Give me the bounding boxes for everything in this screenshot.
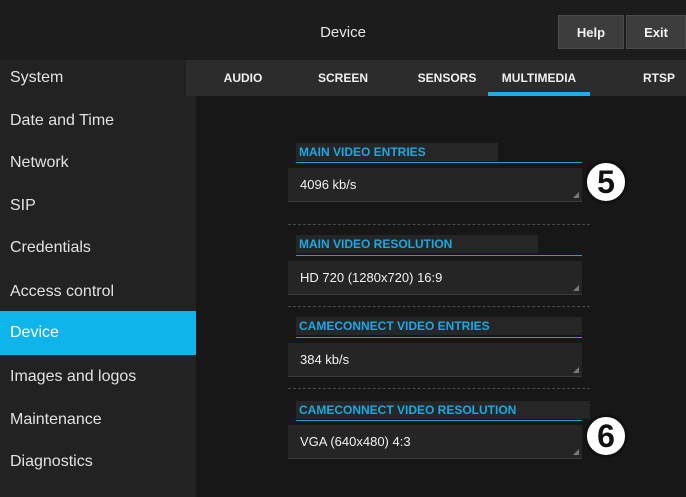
sidebar-item-maintenance[interactable]: Maintenance — [0, 399, 196, 441]
cameconnect-video-resolution-field[interactable]: VGA (640x480) 4:3 — [288, 425, 582, 459]
sidebar-item-label: SIP — [10, 197, 36, 214]
sidebar-item-credentials[interactable]: Credentials — [0, 227, 196, 269]
callout-6-badge: 6 — [584, 414, 628, 458]
section-divider — [288, 224, 590, 225]
sidebar-item-access-control[interactable]: Access control — [0, 271, 196, 313]
resize-grip-icon — [573, 285, 579, 291]
top-bar: Device Help Exit — [0, 0, 686, 60]
tab-rtsp[interactable]: RTSP — [636, 60, 682, 96]
sidebar-item-label: Date and Time — [10, 112, 115, 129]
sidebar-item-diagnostics[interactable]: Diagnostics — [0, 441, 196, 483]
cameconnect-video-resolution-label: CAMECONNECT VIDEO RESOLUTION — [296, 401, 590, 419]
exit-button[interactable]: Exit — [626, 15, 686, 49]
tab-multimedia[interactable]: MULTIMEDIA — [486, 60, 592, 96]
section-underline — [296, 420, 582, 421]
field-value: 4096 kb/s — [300, 177, 357, 192]
section-underline — [296, 255, 582, 256]
cameconnect-video-entries-field[interactable]: 384 kb/s — [288, 343, 582, 377]
sidebar-item-device[interactable]: Device — [0, 311, 196, 355]
main-video-entries-field[interactable]: 4096 kb/s — [288, 168, 582, 202]
sidebar-item-label: Network — [10, 154, 69, 171]
resize-grip-icon — [573, 367, 579, 373]
sidebar-item-label: Access control — [10, 283, 115, 300]
sidebar-item-network[interactable]: Network — [0, 142, 196, 184]
cameconnect-video-entries-label: CAMECONNECT VIDEO ENTRIES — [296, 317, 582, 335]
section-divider — [288, 388, 590, 389]
sidebar-item-date-and-time[interactable]: Date and Time — [0, 100, 196, 142]
tab-audio[interactable]: AUDIO — [216, 60, 270, 96]
help-button[interactable]: Help — [558, 15, 624, 49]
main-video-resolution-field[interactable]: HD 720 (1280x720) 16:9 — [288, 261, 582, 295]
field-value: VGA (640x480) 4:3 — [300, 434, 411, 449]
sidebar-item-label: Credentials — [10, 239, 91, 256]
sidebar-item-label: Maintenance — [10, 411, 102, 428]
sidebar-item-label: Device — [10, 324, 59, 341]
field-value: HD 720 (1280x720) 16:9 — [300, 270, 443, 285]
section-underline — [296, 162, 582, 163]
sidebar-item-label: System — [10, 69, 64, 86]
sidebar-item-images-and-logos[interactable]: Images and logos — [0, 356, 196, 398]
tab-sensors[interactable]: SENSORS — [410, 60, 484, 96]
sidebar-item-system[interactable]: System — [0, 57, 196, 99]
field-value: 384 kb/s — [300, 352, 350, 367]
main-video-entries-label: MAIN VIDEO ENTRIES — [296, 143, 498, 161]
resize-grip-icon — [573, 449, 579, 455]
sidebar-item-sip[interactable]: SIP — [0, 185, 196, 227]
resize-grip-icon — [573, 192, 579, 198]
section-divider — [288, 306, 590, 307]
callout-5-badge: 5 — [584, 160, 628, 204]
section-underline — [296, 337, 582, 338]
tab-screen[interactable]: SCREEN — [312, 60, 374, 96]
sidebar-item-label: Diagnostics — [10, 453, 93, 470]
sidebar-item-label: Images and logos — [10, 368, 137, 385]
main-video-resolution-label: MAIN VIDEO RESOLUTION — [296, 235, 538, 253]
